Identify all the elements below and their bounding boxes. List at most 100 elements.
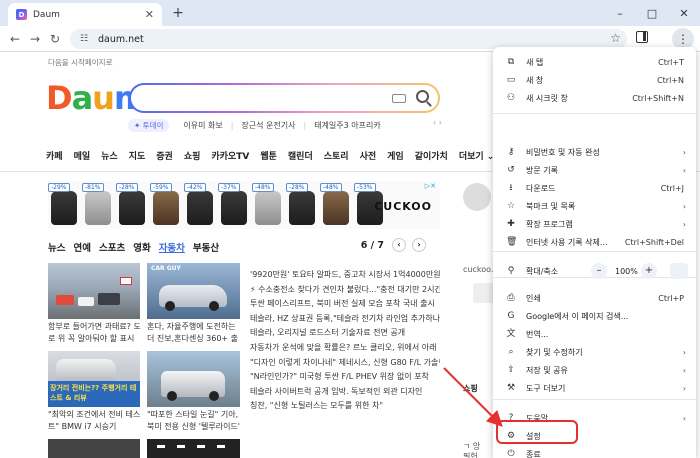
bookmark-star-icon[interactable]: ☆ <box>610 31 621 45</box>
trend-item[interactable]: 이유미 화보 <box>183 120 222 131</box>
menu-item-history[interactable]: ↺ 방문 기록 › <box>493 161 696 179</box>
ad-product[interactable]: -42% <box>184 183 214 227</box>
daum-favicon-icon: D <box>16 9 27 20</box>
menu-item-bookmark-star[interactable]: ☆ 북마크 및 목록 › <box>493 197 696 215</box>
close-window-button[interactable]: ✕ <box>668 0 700 26</box>
close-tab-icon[interactable]: ✕ <box>145 8 154 21</box>
headline-link[interactable]: "디자인 이렇게 차이나네" 제네시스, 신형 G80 F/L 가솔린 <box>250 357 440 368</box>
news-tab[interactable]: 자동차 <box>159 240 185 254</box>
search-input[interactable] <box>129 83 440 113</box>
forward-arrow-icon[interactable]: → <box>26 30 44 48</box>
news-thumbnail[interactable] <box>147 439 240 458</box>
reload-icon[interactable]: ↻ <box>46 30 64 48</box>
menu-item-new-window[interactable]: ▭ 새 창 Ctrl+N <box>493 71 696 89</box>
menu-item-tools[interactable]: ⚒ 도구 더보기 › <box>493 379 696 397</box>
headline-link[interactable]: ⚡ 수소충전소 찾다가 견인차 불렀다..."충전 대기만 2시간" <box>250 284 440 295</box>
news-thumbnail[interactable] <box>48 439 140 458</box>
rice-cooker-image <box>51 191 77 225</box>
trend-item[interactable]: 태계일주3 아프리카 <box>314 120 381 131</box>
service-link[interactable]: 사전 <box>360 149 377 162</box>
ad-product[interactable]: -59% <box>150 183 180 227</box>
news-caption[interactable]: 함부로 들어가면 과태료? 도로 위 꼭 알아둬야 할 표시 이 <box>48 321 142 345</box>
trend-nav-arrows[interactable]: ‹ › <box>433 118 442 127</box>
service-link[interactable]: 게임 <box>387 149 404 162</box>
service-link[interactable]: 지도 <box>129 149 146 162</box>
menu-item-extension[interactable]: ✚ 확장 프로그램 › <box>493 215 696 233</box>
news-tab[interactable]: 연예 <box>73 240 90 254</box>
news-tab[interactable]: 스포츠 <box>99 240 125 254</box>
service-link[interactable]: 뉴스 <box>101 149 118 162</box>
news-thumbnail[interactable] <box>48 263 140 319</box>
menu-item-translate[interactable]: 文 번역... <box>493 325 696 343</box>
menu-item-save-share[interactable]: ⇪ 저장 및 공유 › <box>493 361 696 379</box>
fullscreen-button[interactable] <box>670 263 688 279</box>
headline-link[interactable]: 테슬라, HZ 상표권 등록,"테슬라 전기차 라인업 추가하나 <box>250 313 440 324</box>
search-icon[interactable] <box>416 90 429 103</box>
news-caption[interactable]: "최악의 조건에서 전비 테스트" BMW i7 시승기 <box>48 409 142 433</box>
headline-link[interactable]: 테슬라, 오리지널 로드스터 기술자료 전면 공개 <box>250 327 440 338</box>
service-link[interactable]: 카페 <box>46 149 63 162</box>
headline-link[interactable]: '9920만원' 토요타 알파드, 중고차 시장서 1억4000만원대 <box>250 269 440 280</box>
menu-item-exit[interactable]: ⏻ 종료 <box>493 445 696 458</box>
menu-item-incognito[interactable]: ⚇ 새 시크릿 창 Ctrl+Shift+N <box>493 89 696 107</box>
news-tab[interactable]: 뉴스 <box>48 240 65 254</box>
news-thumbnail[interactable]: 장거리 전비는?? 주행거리 테스트 & 리뷰 <box>48 351 140 407</box>
headline-link[interactable]: 자동차가 운석에 맞을 확률은? 르노 클리오, 위에서 아래 <box>250 342 440 353</box>
headline-link[interactable]: "N라인인가?" 미국형 투싼 F/L PHEV 위장 없이 포착 <box>250 371 440 382</box>
ad-product[interactable]: -37% <box>218 183 248 227</box>
minimize-button[interactable]: – <box>604 0 636 26</box>
zoom-out-button[interactable]: – <box>591 263 607 279</box>
discount-badge: -28% <box>116 183 138 192</box>
service-link[interactable]: 쇼핑 <box>184 149 201 162</box>
news-tab[interactable]: 부동산 <box>193 240 219 254</box>
menu-item-password-key[interactable]: ⚷ 비밀번호 및 자동 완성 › <box>493 143 696 161</box>
ad-product[interactable]: -28% <box>286 183 316 227</box>
site-info-icon[interactable]: ☷ <box>80 34 90 44</box>
menu-item-google[interactable]: G Google에서 이 페이지 검색... <box>493 307 696 325</box>
news-caption[interactable]: 혼다, 자율주행에 도전하는 더 진보,혼다센싱 360+ 출시 <box>147 321 241 345</box>
service-link[interactable]: 웹툰 <box>260 149 277 162</box>
address-bar[interactable]: ☷ daum.net ☆ <box>70 29 627 49</box>
news-tab[interactable]: 영화 <box>133 240 150 254</box>
headline-link[interactable]: 투싼 페이스리프트, 북미 버전 실제 모습 포착 국내 출시 <box>250 298 440 309</box>
set-startpage-link[interactable]: 다음을 시작페이지로 <box>48 57 112 68</box>
new-tab-button[interactable]: + <box>170 5 186 21</box>
ad-product[interactable]: -48% <box>252 183 282 227</box>
service-link[interactable]: 캘린더 <box>288 149 313 162</box>
rice-cooker-image <box>255 191 281 225</box>
discount-badge: -53% <box>354 183 376 192</box>
discount-badge: -81% <box>82 183 104 192</box>
service-link[interactable]: 증권 <box>156 149 173 162</box>
ad-product[interactable]: -29% <box>48 183 78 227</box>
zoom-in-button[interactable]: + <box>641 263 657 279</box>
news-caption[interactable]: "따포한 스타일 눈길" 기아, 북미 전용 신형 '텔루라이드' <box>147 409 241 433</box>
tab-daum[interactable]: D Daum ✕ <box>8 3 162 26</box>
news-thumbnail[interactable]: CAR GUY <box>147 263 240 319</box>
headline-link[interactable]: 칭찬, "신형 노틸러스는 모두를 위한 차" <box>250 400 440 411</box>
headline-link[interactable]: 테슬라 사이버트럭 공개 임박. 독보적인 외관 디자인 <box>250 386 440 397</box>
prev-page-button[interactable]: ‹ <box>392 238 406 252</box>
keyboard-icon[interactable] <box>392 94 406 103</box>
service-link[interactable]: 스토리 <box>324 149 349 162</box>
ad-product[interactable]: -28% <box>116 183 146 227</box>
service-link[interactable]: 더보기 ⌄ <box>459 149 495 162</box>
service-link[interactable]: 메일 <box>74 149 91 162</box>
news-thumbnail[interactable] <box>147 351 240 407</box>
back-arrow-icon[interactable]: ← <box>6 30 24 48</box>
menu-item-trash[interactable]: 🗑 인터넷 사용 기록 삭제... Ctrl+Shift+Del <box>493 233 696 251</box>
ad-product[interactable]: -48% <box>320 183 350 227</box>
cuckoo-ad-banner[interactable]: -29% -81% -28% -59% -42% -37% -48% -28% -48% -53%… <box>48 181 440 229</box>
menu-item-download[interactable]: ⭳ 다운로드 Ctrl+J <box>493 179 696 197</box>
avatar[interactable] <box>463 183 491 211</box>
menu-item-new-tab[interactable]: ⧉ 새 탭 Ctrl+T <box>493 53 696 71</box>
next-page-button[interactable]: › <box>412 238 426 252</box>
trend-item[interactable]: 장근석 운전기사 <box>241 120 295 131</box>
ad-info-icon[interactable]: ▷✕ <box>425 182 436 190</box>
menu-item-find[interactable]: ⌕ 찾기 및 수정하기 › <box>493 343 696 361</box>
side-panel-icon[interactable] <box>636 31 648 43</box>
ad-product[interactable]: -81% <box>82 183 112 227</box>
maximize-button[interactable]: □ <box>636 0 668 26</box>
service-link[interactable]: 카카오TV <box>211 149 249 162</box>
menu-item-print[interactable]: ⎙ 인쇄 Ctrl+P <box>493 289 696 307</box>
service-link[interactable]: 같이가치 <box>415 149 448 162</box>
